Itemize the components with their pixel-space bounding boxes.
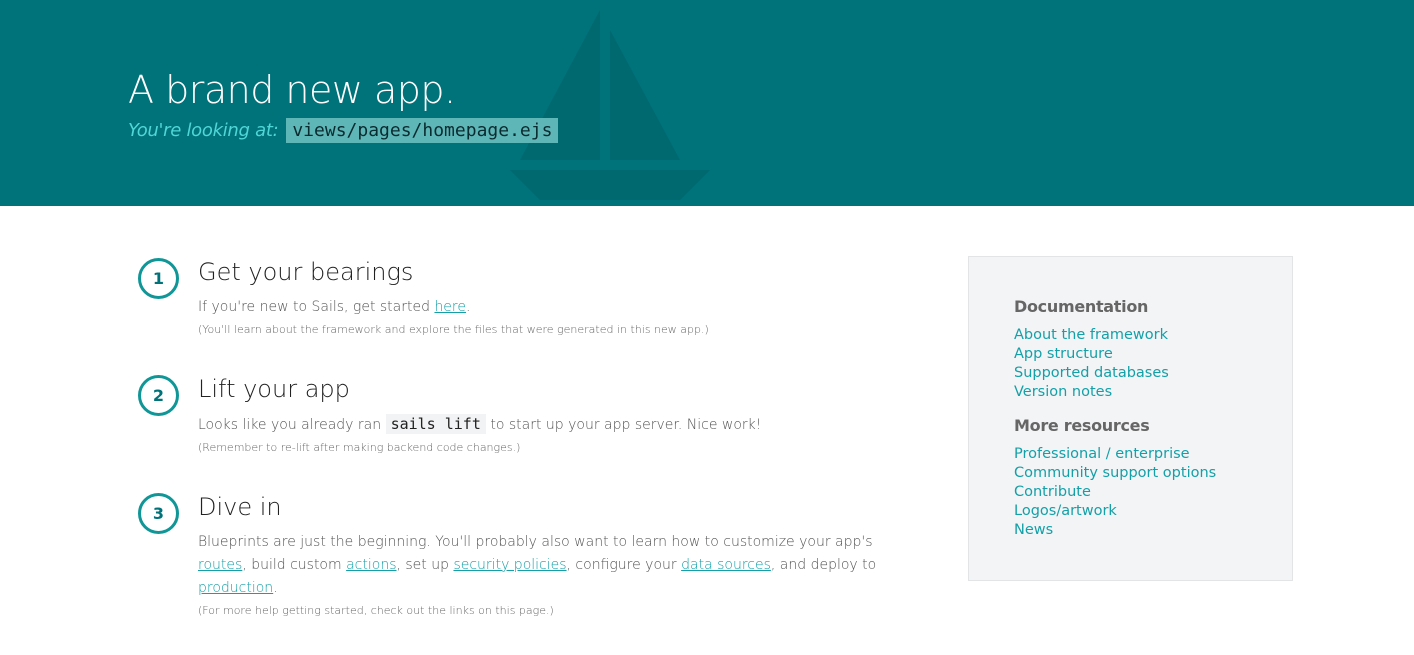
supported-databases-link[interactable]: Supported databases <box>1014 364 1292 383</box>
news-link[interactable]: News <box>1014 521 1292 540</box>
step-2: 2 Lift your app Looks like you already r… <box>138 373 918 491</box>
community-support-link[interactable]: Community support options <box>1014 464 1292 483</box>
header-banner: A brand new app. You're looking at: view… <box>0 0 1414 206</box>
version-notes-link[interactable]: Version notes <box>1014 383 1292 402</box>
routes-link[interactable]: routes <box>198 557 242 573</box>
step-1: 1 Get your bearings If you're new to Sai… <box>138 256 918 373</box>
actions-link[interactable]: actions <box>346 557 396 573</box>
step-note: (Remember to re-lift after making backen… <box>198 441 521 454</box>
about-framework-link[interactable]: About the framework <box>1014 326 1292 345</box>
resources-sidebar: Documentation About the framework App st… <box>968 256 1293 581</box>
step-title: Lift your app <box>198 375 350 403</box>
data-sources-link[interactable]: data sources <box>681 557 771 573</box>
more-resources-heading: More resources <box>1014 416 1150 435</box>
step-note: (For more help getting started, check ou… <box>198 604 554 617</box>
step-text: If you're new to Sails, get started here… <box>198 299 471 315</box>
documentation-heading: Documentation <box>1014 297 1149 316</box>
step-number-badge: 2 <box>138 375 179 416</box>
step-number-badge: 1 <box>138 258 179 299</box>
getting-started-steps: 1 Get your bearings If you're new to Sai… <box>138 256 918 619</box>
logos-artwork-link[interactable]: Logos/artwork <box>1014 502 1292 521</box>
looking-at-label: You're looking at: <box>128 120 279 141</box>
security-policies-link[interactable]: security policies <box>453 557 566 573</box>
step-3: 3 Dive in Blueprints are just the beginn… <box>138 491 918 619</box>
step-number-badge: 3 <box>138 493 179 534</box>
header-subtitle: You're looking at: views/pages/homepage.… <box>128 118 559 143</box>
step-text: Blueprints are just the beginning. You'l… <box>198 534 877 596</box>
sails-lift-code: sails lift <box>385 414 486 434</box>
professional-enterprise-link[interactable]: Professional / enterprise <box>1014 445 1292 464</box>
here-link[interactable]: here <box>434 299 466 315</box>
view-path-code: views/pages/homepage.ejs <box>286 118 559 143</box>
step-note: (You'll learn about the framework and ex… <box>198 323 709 336</box>
contribute-link[interactable]: Contribute <box>1014 483 1292 502</box>
step-title: Dive in <box>198 493 282 521</box>
page-title: A brand new app. <box>128 68 456 112</box>
production-link[interactable]: production <box>198 580 273 596</box>
sails-logo-watermark-icon <box>510 10 710 200</box>
app-structure-link[interactable]: App structure <box>1014 345 1292 364</box>
step-title: Get your bearings <box>198 258 414 286</box>
step-text: Looks like you already ran sails lift to… <box>198 414 762 434</box>
